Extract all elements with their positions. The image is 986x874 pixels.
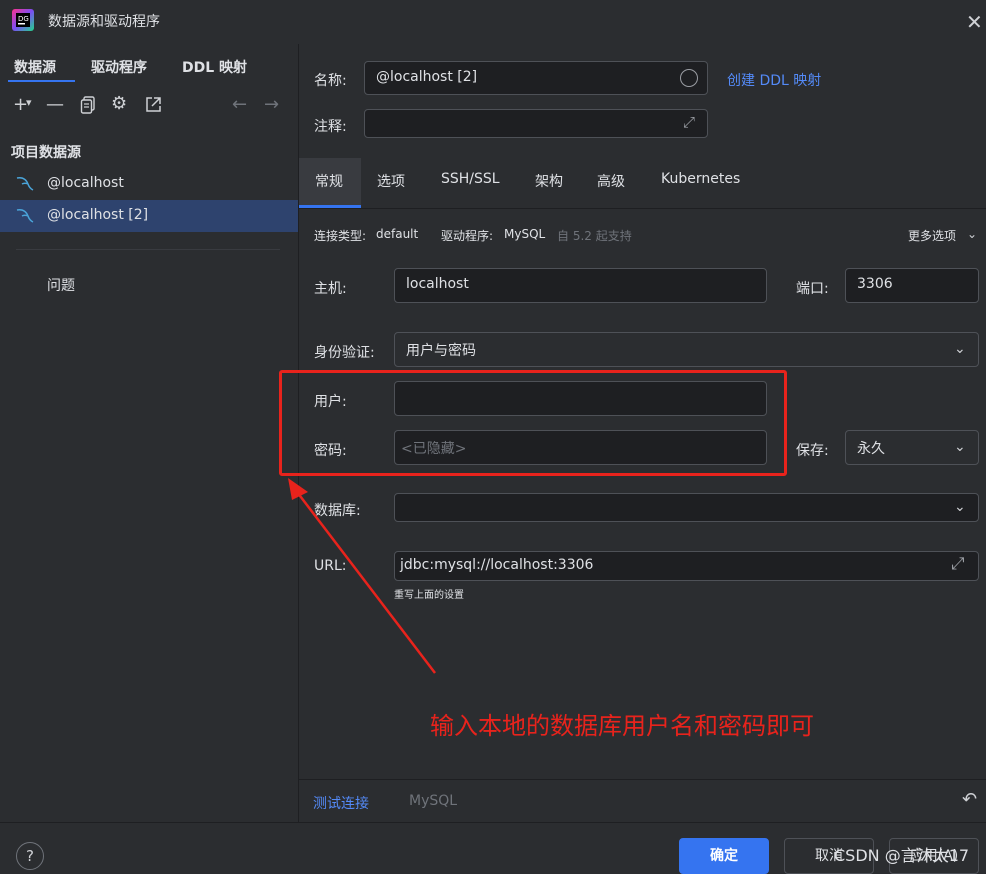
- tab-schemas[interactable]: 架构: [535, 171, 563, 191]
- driver-label: 驱动程序:: [441, 229, 494, 243]
- tab-advanced[interactable]: 高级: [597, 171, 625, 191]
- data-source-label: @localhost [2]: [47, 207, 149, 223]
- revert-icon[interactable]: ↶: [962, 789, 977, 810]
- chevron-down-icon[interactable]: ⌄: [954, 499, 966, 515]
- driver-link[interactable]: MySQL: [504, 227, 545, 241]
- comment-input[interactable]: ⤢: [364, 109, 708, 138]
- tab-ddl-mappings[interactable]: DDL 映射: [182, 57, 247, 77]
- create-ddl-mapping-link[interactable]: 创建 DDL 映射: [727, 70, 821, 90]
- name-input[interactable]: @localhost [2]: [364, 61, 708, 95]
- divider: [299, 208, 986, 209]
- tab-drivers[interactable]: 驱动程序: [91, 57, 147, 77]
- export-icon[interactable]: [145, 96, 162, 113]
- tab-general[interactable]: 常规: [315, 171, 343, 191]
- title-bar: DG 数据源和驱动程序 ✕: [0, 0, 986, 44]
- annotation-arrow: [288, 478, 436, 674]
- mysql-dolphin-icon: [16, 209, 34, 223]
- tab-options[interactable]: 选项: [377, 171, 405, 191]
- auth-select[interactable]: 用户与密码 ⌄: [394, 332, 979, 367]
- connection-type-link[interactable]: default: [376, 227, 418, 241]
- more-options-link[interactable]: 更多选项: [908, 227, 956, 244]
- divider: [299, 779, 986, 780]
- data-source-label: @localhost: [47, 175, 124, 191]
- driver-footer-label: MySQL: [409, 793, 458, 809]
- close-icon[interactable]: ✕: [966, 10, 983, 34]
- driver-note: 自 5.2 起支持: [557, 229, 632, 243]
- divider: [16, 249, 280, 250]
- watermark: CSDN @言沐太17: [834, 846, 970, 865]
- left-panel: 数据源 驱动程序 DDL 映射 + ▾ — ⚙ ← → 项目数据源 @local…: [0, 44, 299, 822]
- remove-icon[interactable]: —: [46, 94, 64, 115]
- port-input[interactable]: 3306: [845, 268, 979, 303]
- datagrip-app-icon: DG: [12, 9, 34, 31]
- save-label: 保存:: [796, 443, 829, 459]
- chevron-down-icon[interactable]: ⌄: [967, 227, 977, 241]
- host-input[interactable]: localhost: [394, 268, 767, 303]
- annotation-text: 输入本地的数据库用户名和密码即可: [430, 712, 814, 740]
- project-data-sources-title: 项目数据源: [11, 145, 81, 161]
- port-label: 端口:: [796, 281, 829, 297]
- add-dropdown-icon[interactable]: ▾: [26, 96, 32, 109]
- expand-icon[interactable]: ⤢: [951, 554, 965, 574]
- help-button[interactable]: ?: [16, 842, 44, 870]
- connection-type-label: 连接类型:: [314, 229, 367, 243]
- annotation-highlight-box: [279, 370, 787, 476]
- name-label: 名称:: [314, 73, 347, 89]
- settings-icon[interactable]: ⚙: [111, 93, 127, 114]
- database-input[interactable]: ⌄: [394, 493, 979, 522]
- expand-icon[interactable]: ⤢: [683, 113, 695, 131]
- auth-label: 身份验证:: [314, 345, 375, 361]
- data-source-item[interactable]: @localhost: [0, 168, 298, 200]
- copy-icon[interactable]: [80, 96, 96, 114]
- save-select[interactable]: 永久 ⌄: [845, 430, 979, 465]
- comment-label: 注释:: [314, 119, 347, 135]
- tab-ssh-ssl[interactable]: SSH/SSL: [441, 171, 500, 187]
- data-source-item-selected[interactable]: @localhost [2]: [0, 200, 298, 232]
- chevron-down-icon: ⌄: [954, 341, 966, 357]
- tab-kubernetes[interactable]: Kubernetes: [661, 171, 740, 187]
- forward-arrow-icon[interactable]: →: [264, 94, 279, 115]
- active-tab-underline: [8, 80, 75, 82]
- mysql-dolphin-icon: [16, 177, 34, 191]
- issues-item[interactable]: 问题: [47, 275, 75, 295]
- color-circle-icon[interactable]: [680, 69, 698, 87]
- host-label: 主机:: [314, 281, 347, 297]
- url-input[interactable]: jdbc:mysql://localhost:3306 ⤢: [394, 551, 979, 581]
- window-title: 数据源和驱动程序: [48, 14, 160, 30]
- ok-button[interactable]: 确定: [679, 838, 769, 874]
- tab-data-sources[interactable]: 数据源: [14, 57, 56, 77]
- chevron-down-icon: ⌄: [954, 439, 966, 455]
- back-arrow-icon[interactable]: ←: [232, 94, 247, 115]
- test-connection-link[interactable]: 测试连接: [313, 793, 369, 813]
- svg-text:DG: DG: [18, 15, 29, 23]
